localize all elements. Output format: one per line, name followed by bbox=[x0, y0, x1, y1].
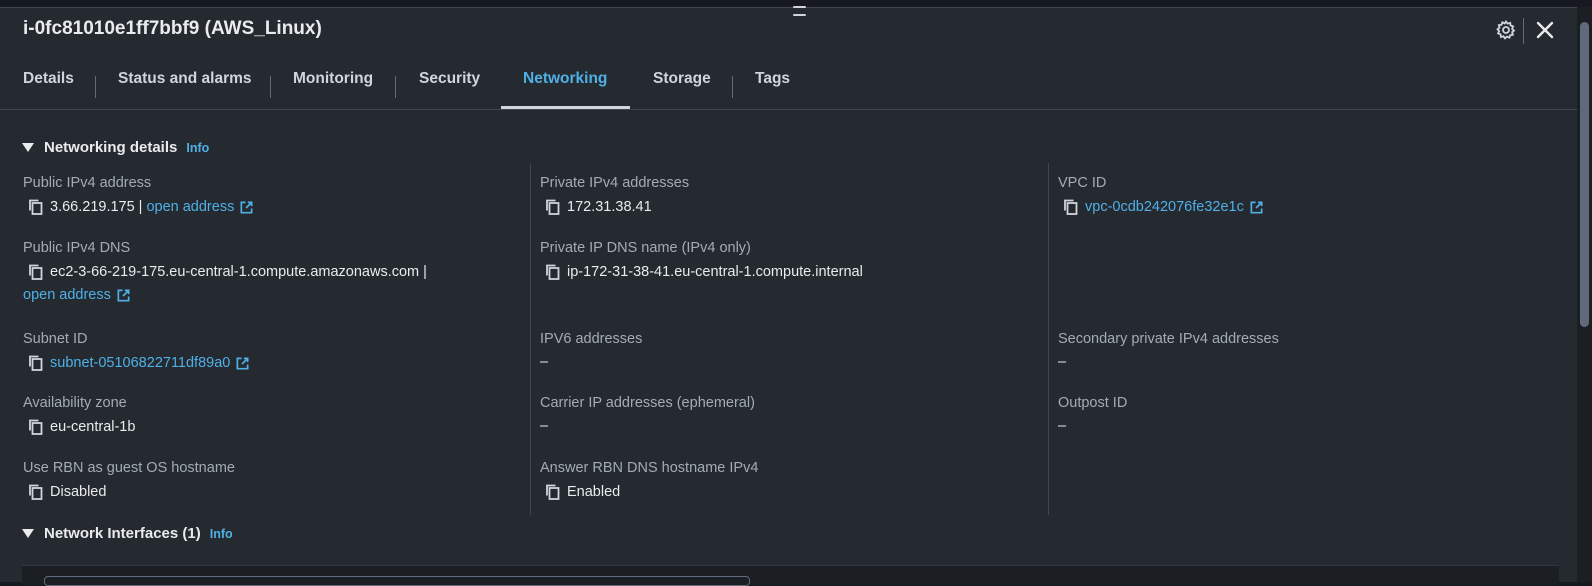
outpost-id-value: – bbox=[1058, 418, 1067, 434]
carrier-ip-field: Carrier IP addresses (ephemeral) – bbox=[540, 395, 755, 434]
open-address-link[interactable]: open address bbox=[146, 199, 234, 215]
private-ipv4-value: 172.31.38.41 bbox=[567, 199, 652, 215]
tab-bar: Details Status and alarms Monitoring Sec… bbox=[0, 58, 1577, 110]
field-label: Answer RBN DNS hostname IPv4 bbox=[540, 460, 759, 476]
separator: | bbox=[138, 199, 143, 215]
copy-icon[interactable] bbox=[26, 198, 44, 216]
scrollbar-thumb[interactable] bbox=[1580, 22, 1589, 327]
copy-icon[interactable] bbox=[26, 354, 44, 372]
vpc-id-link[interactable]: vpc-0cdb242076fe32e1c bbox=[1085, 199, 1244, 215]
availability-zone-field: Availability zone eu-central-1b bbox=[23, 395, 135, 436]
public-dns-value: ec2-3-66-219-175.eu-central-1.compute.am… bbox=[50, 264, 420, 280]
field-label: VPC ID bbox=[1058, 175, 1107, 191]
caret-down-icon bbox=[22, 529, 34, 538]
copy-icon[interactable] bbox=[543, 198, 561, 216]
availability-zone-value: eu-central-1b bbox=[50, 419, 136, 435]
drag-handle-icon[interactable] bbox=[793, 6, 806, 16]
field-label: Use RBN as guest OS hostname bbox=[23, 460, 235, 476]
field-label: Public IPv4 DNS bbox=[23, 240, 131, 256]
page-title: i-0fc81010e1ff7bbf9 (AWS_Linux) bbox=[23, 18, 322, 39]
column-divider bbox=[1048, 163, 1049, 515]
tab-details[interactable]: Details bbox=[23, 58, 74, 110]
copy-icon[interactable] bbox=[1061, 198, 1079, 216]
copy-icon[interactable] bbox=[543, 483, 561, 501]
field-label: Availability zone bbox=[23, 395, 127, 411]
info-link[interactable]: Info bbox=[186, 141, 209, 155]
tab-security[interactable]: Security bbox=[419, 58, 480, 110]
subnet-id-field: Subnet ID subnet-05106822711df89a0 bbox=[23, 331, 250, 372]
field-label: Private IPv4 addresses bbox=[540, 175, 690, 191]
section-title: Networking details bbox=[44, 139, 178, 156]
tab-divider bbox=[732, 76, 733, 98]
private-dns-value: ip-172-31-38-41.eu-central-1.compute.int… bbox=[567, 264, 863, 280]
tab-networking[interactable]: Networking bbox=[523, 58, 607, 110]
outpost-id-field: Outpost ID – bbox=[1058, 395, 1127, 434]
external-link-icon[interactable] bbox=[116, 288, 131, 303]
subnet-id-link[interactable]: subnet-05106822711df89a0 bbox=[50, 355, 230, 371]
external-link-icon[interactable] bbox=[239, 200, 254, 215]
field-label: Public IPv4 address bbox=[23, 175, 152, 191]
tab-divider bbox=[395, 76, 396, 98]
field-label: Secondary private IPv4 addresses bbox=[1058, 331, 1279, 347]
tab-tags[interactable]: Tags bbox=[755, 58, 790, 110]
secondary-ipv4-value: – bbox=[1058, 354, 1067, 370]
secondary-ipv4-field: Secondary private IPv4 addresses – bbox=[1058, 331, 1279, 370]
close-icon[interactable] bbox=[1534, 19, 1556, 41]
active-tab-indicator bbox=[501, 106, 630, 109]
open-address-link[interactable]: open address bbox=[23, 287, 111, 303]
private-dns-field: Private IP DNS name (IPv4 only) ip-172-3… bbox=[540, 240, 863, 281]
public-dns-field: Public IPv4 DNS ec2-3-66-219-175.eu-cent… bbox=[23, 240, 431, 303]
tab-divider bbox=[270, 76, 271, 98]
section-title: Network Interfaces (1) bbox=[44, 525, 201, 542]
public-ipv4-value: 3.66.219.175 bbox=[50, 199, 135, 215]
tab-monitoring[interactable]: Monitoring bbox=[293, 58, 373, 110]
networking-details-header[interactable]: Networking details Info bbox=[22, 139, 209, 156]
external-link-icon[interactable] bbox=[235, 356, 250, 371]
external-link-icon[interactable] bbox=[1249, 200, 1264, 215]
copy-icon[interactable] bbox=[26, 483, 44, 501]
header-divider bbox=[1523, 18, 1524, 44]
public-ipv4-field: Public IPv4 address 3.66.219.175 | open … bbox=[23, 175, 254, 216]
field-label: Outpost ID bbox=[1058, 395, 1128, 411]
tab-divider bbox=[95, 76, 96, 98]
carrier-ip-value: – bbox=[540, 418, 549, 434]
answer-rbn-value: Enabled bbox=[567, 484, 621, 500]
tab-status-and-alarms[interactable]: Status and alarms bbox=[118, 58, 252, 110]
private-ipv4-field: Private IPv4 addresses 172.31.38.41 bbox=[540, 175, 689, 216]
caret-down-icon bbox=[22, 143, 34, 152]
answer-rbn-field: Answer RBN DNS hostname IPv4 Enabled bbox=[540, 460, 758, 501]
network-interfaces-header[interactable]: Network Interfaces (1) Info bbox=[22, 525, 233, 542]
separator: | bbox=[423, 264, 427, 280]
field-label: Carrier IP addresses (ephemeral) bbox=[540, 395, 755, 411]
ipv6-field: IPV6 addresses – bbox=[540, 331, 642, 370]
vpc-id-field: VPC ID vpc-0cdb242076fe32e1c bbox=[1058, 175, 1264, 216]
info-link[interactable]: Info bbox=[210, 527, 233, 541]
rbn-hostname-value: Disabled bbox=[50, 484, 107, 500]
column-divider bbox=[530, 163, 531, 515]
tab-storage[interactable]: Storage bbox=[653, 58, 711, 110]
table-filter-input[interactable] bbox=[44, 576, 750, 586]
rbn-hostname-field: Use RBN as guest OS hostname Disabled bbox=[23, 460, 235, 501]
copy-icon[interactable] bbox=[26, 418, 44, 436]
copy-icon[interactable] bbox=[26, 263, 44, 281]
copy-icon[interactable] bbox=[543, 263, 561, 281]
field-label: IPV6 addresses bbox=[540, 331, 643, 347]
ipv6-value: – bbox=[540, 354, 549, 370]
field-label: Private IP DNS name (IPv4 only) bbox=[540, 240, 751, 256]
field-label: Subnet ID bbox=[23, 331, 88, 347]
gear-icon[interactable] bbox=[1496, 20, 1516, 40]
